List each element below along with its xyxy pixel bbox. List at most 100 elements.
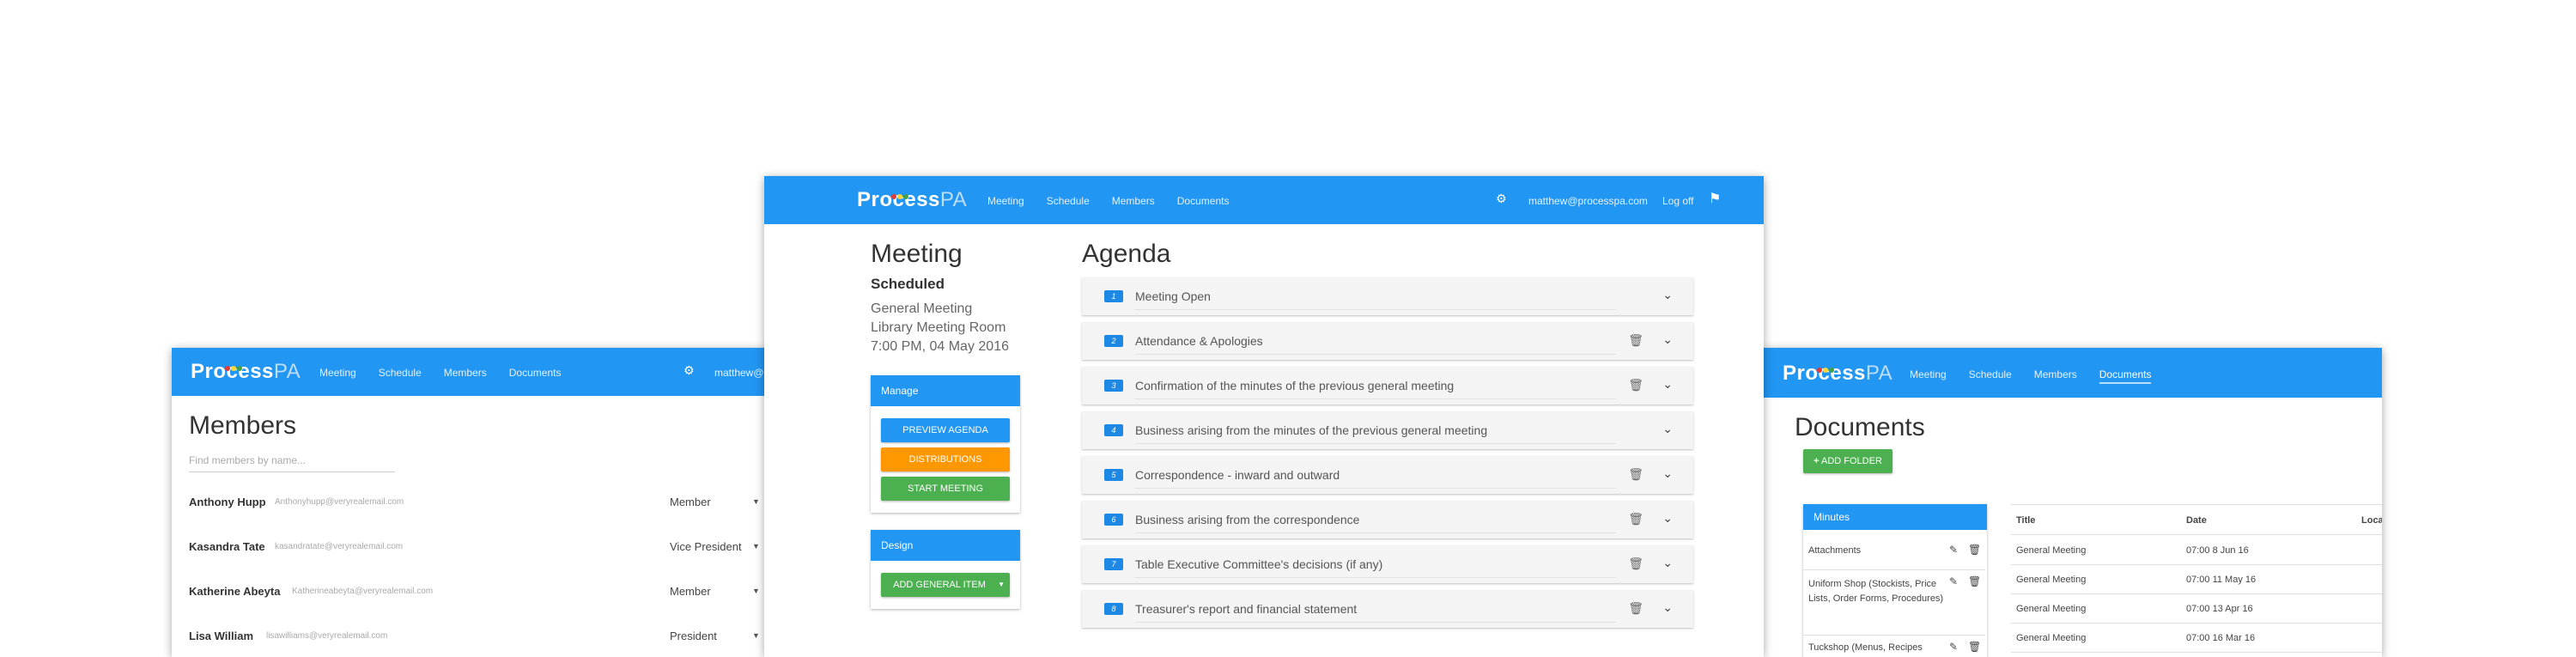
doc-date: 07:00 11 May 16 bbox=[2186, 575, 2257, 585]
member-email: Katherineabeyta@veryrealemail.com bbox=[292, 587, 434, 596]
logo-dots bbox=[225, 353, 243, 377]
trash-icon[interactable]: 🗑 bbox=[1628, 378, 1643, 392]
agenda-item[interactable]: 6 Business arising from the correspondenc… bbox=[1082, 501, 1693, 538]
member-search-input[interactable]: Find members by name... bbox=[189, 453, 395, 472]
agenda-item[interactable]: 2 Attendance & Apologies 🗑 ⌄ bbox=[1082, 322, 1693, 360]
agenda-item-number: 2 bbox=[1104, 335, 1123, 347]
agenda-item[interactable]: 8 Treasurer's report and financial statem… bbox=[1082, 590, 1693, 628]
nav-meeting[interactable]: Meeting bbox=[319, 367, 356, 379]
caret-down-icon[interactable]: ▼ bbox=[752, 587, 760, 595]
nav-documents[interactable]: Documents bbox=[2099, 368, 2152, 384]
trash-icon[interactable]: 🗑 bbox=[1628, 512, 1643, 526]
trash-icon[interactable]: 🗑 bbox=[1628, 601, 1643, 616]
edit-icon[interactable]: ✎ bbox=[1949, 544, 1958, 556]
logoff-link[interactable]: Log off bbox=[1662, 195, 1693, 207]
nav-members[interactable]: Members bbox=[2034, 368, 2077, 384]
trash-icon[interactable]: 🗑 bbox=[1968, 641, 1981, 653]
chevron-down-icon[interactable]: ⌄ bbox=[1662, 556, 1673, 570]
trash-icon[interactable]: 🗑 bbox=[1968, 544, 1981, 556]
preview-agenda-button[interactable]: PREVIEW AGENDA bbox=[881, 418, 1010, 442]
design-card-title: Design bbox=[871, 530, 1020, 561]
agenda-item[interactable]: 1 Meeting Open ⌄ bbox=[1082, 277, 1693, 315]
agenda-item-divider bbox=[1135, 622, 1616, 623]
caret-down-icon[interactable]: ▼ bbox=[752, 497, 760, 506]
table-row[interactable]: General Meeting 07:00 11 May 16 bbox=[2011, 564, 2382, 594]
add-general-item-button[interactable]: ADD GENERAL ITEM ▼ bbox=[881, 573, 1010, 597]
nav-links: Meeting Schedule Members Documents bbox=[987, 195, 1229, 207]
agenda-item[interactable]: 3 Confirmation of the minutes of the prev… bbox=[1082, 367, 1693, 405]
chevron-down-icon[interactable]: ⌄ bbox=[1662, 511, 1673, 526]
folder-item[interactable]: Uniform Shop (Stockists, Price Lists, Or… bbox=[1803, 569, 1985, 630]
agenda-heading: Agenda bbox=[1082, 240, 1171, 268]
member-name: Lisa William bbox=[189, 630, 254, 642]
member-row[interactable]: Lisa William lisawilliams@veryrealemail.… bbox=[189, 616, 790, 657]
agenda-item[interactable]: 4 Business arising from the minutes of th… bbox=[1082, 411, 1693, 449]
nav-members[interactable]: Members bbox=[1112, 195, 1155, 207]
agenda-item-title: Business arising from the correspondence bbox=[1135, 513, 1360, 526]
edit-icon[interactable]: ✎ bbox=[1949, 575, 1958, 587]
member-name: Kasandra Tate bbox=[189, 540, 265, 553]
member-role-select[interactable]: Member bbox=[670, 496, 756, 508]
chevron-down-icon[interactable]: ⌄ bbox=[1662, 377, 1673, 392]
chevron-down-icon[interactable]: ⌄ bbox=[1662, 466, 1673, 481]
distributions-button[interactable]: DISTRIBUTIONS bbox=[881, 447, 1010, 471]
doc-date: 07:00 16 Mar 16 bbox=[2186, 633, 2256, 643]
nav-schedule[interactable]: Schedule bbox=[379, 367, 422, 379]
column-title: Title bbox=[2016, 515, 2036, 526]
nav-links: Meeting Schedule Members Documents bbox=[319, 367, 561, 379]
processpa-logo[interactable]: ProcessPA bbox=[1783, 362, 1893, 386]
member-role-select[interactable]: Member bbox=[670, 585, 756, 598]
agenda-item-number: 5 bbox=[1104, 469, 1123, 481]
table-row[interactable]: General Meeting 07:00 16 Mar 16 bbox=[2011, 623, 2382, 653]
caret-down-icon[interactable]: ▼ bbox=[752, 542, 760, 551]
chevron-down-icon[interactable]: ⌄ bbox=[1662, 600, 1673, 615]
user-email[interactable]: matthew@processpa.com bbox=[1528, 195, 1648, 207]
caret-down-icon[interactable]: ▼ bbox=[752, 631, 760, 640]
folder-item[interactable]: Tuckshop (Menus, Recipes ✎ 🗑 bbox=[1803, 635, 1985, 657]
nav-members[interactable]: Members bbox=[444, 367, 487, 379]
member-email: Anthonyhupp@veryrealemail.com bbox=[275, 497, 404, 507]
processpa-logo[interactable]: ProcessPA bbox=[857, 188, 967, 212]
search-placeholder: Find members by name... bbox=[189, 454, 307, 466]
doc-date: 07:00 8 Jun 16 bbox=[2186, 545, 2249, 556]
gear-icon[interactable]: ⚙ bbox=[683, 363, 695, 378]
agenda-item-number: 6 bbox=[1104, 514, 1123, 526]
top-nav: ProcessPA Meeting Schedule Members Docum… bbox=[172, 348, 790, 396]
nav-documents[interactable]: Documents bbox=[1177, 195, 1230, 207]
nav-schedule[interactable]: Schedule bbox=[1047, 195, 1090, 207]
dropdown-caret-icon[interactable]: ▼ bbox=[998, 573, 1005, 597]
agenda-item[interactable]: 5 Correspondence - inward and outward 🗑 ⌄ bbox=[1082, 456, 1693, 494]
table-row[interactable]: General Meeting 07:00 13 Apr 16 bbox=[2011, 593, 2382, 624]
folder-item[interactable]: Attachments ✎ 🗑 bbox=[1803, 540, 1985, 563]
start-meeting-button[interactable]: START MEETING bbox=[881, 477, 1010, 501]
agenda-item[interactable]: 7 Table Executive Committee's decisions (… bbox=[1082, 545, 1693, 583]
trash-icon[interactable]: 🗑 bbox=[1628, 557, 1643, 571]
member-email: kasandratate@veryrealemail.com bbox=[275, 542, 404, 551]
user-email[interactable]: matthew@ bbox=[714, 367, 764, 379]
chevron-down-icon[interactable]: ⌄ bbox=[1662, 288, 1673, 302]
add-folder-button[interactable]: + ADD FOLDER bbox=[1803, 449, 1893, 473]
nav-schedule[interactable]: Schedule bbox=[1969, 368, 2012, 384]
chevron-down-icon[interactable]: ⌄ bbox=[1662, 332, 1673, 347]
top-nav: ProcessPA Meeting Schedule Members Docum… bbox=[1762, 348, 2382, 398]
nav-documents[interactable]: Documents bbox=[509, 367, 562, 379]
member-row[interactable]: Kasandra Tate kasandratate@veryrealemail… bbox=[189, 526, 790, 569]
member-name: Katherine Abeyta bbox=[189, 585, 281, 598]
agenda-item-divider bbox=[1135, 488, 1616, 489]
flag-icon[interactable]: ⚑ bbox=[1709, 190, 1721, 207]
trash-icon[interactable]: 🗑 bbox=[1628, 467, 1643, 482]
chevron-down-icon[interactable]: ⌄ bbox=[1662, 422, 1673, 436]
nav-meeting[interactable]: Meeting bbox=[987, 195, 1024, 207]
trash-icon[interactable]: 🗑 bbox=[1628, 333, 1643, 348]
trash-icon[interactable]: 🗑 bbox=[1968, 575, 1981, 587]
edit-icon[interactable]: ✎ bbox=[1949, 641, 1958, 653]
member-role-select[interactable]: Vice President bbox=[670, 540, 756, 553]
gear-icon[interactable]: ⚙ bbox=[1496, 192, 1507, 206]
agenda-item-title: Attendance & Apologies bbox=[1135, 334, 1263, 348]
member-role-select[interactable]: President bbox=[670, 630, 756, 642]
member-row[interactable]: Anthony Hupp Anthonyhupp@veryrealemail.c… bbox=[189, 482, 790, 525]
table-row[interactable]: General Meeting 07:00 8 Jun 16 bbox=[2011, 535, 2382, 565]
processpa-logo[interactable]: ProcessPA bbox=[191, 360, 301, 384]
member-row[interactable]: Katherine Abeyta Katherineabeyta@veryrea… bbox=[189, 571, 790, 614]
nav-meeting[interactable]: Meeting bbox=[1910, 368, 1947, 384]
